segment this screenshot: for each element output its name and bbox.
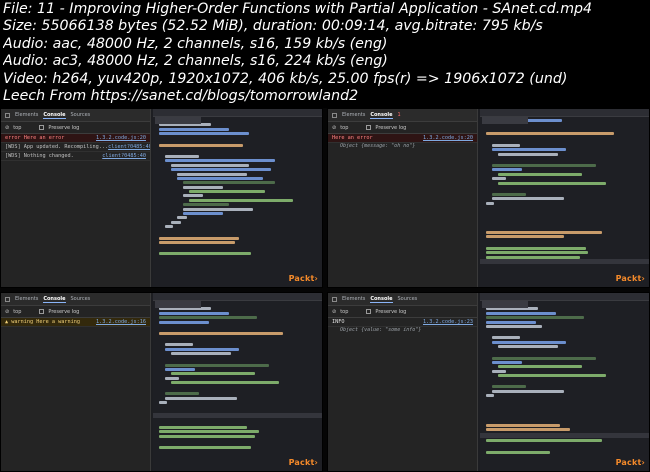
message-text: [WDS] App updated. Recompiling... xyxy=(5,144,109,150)
tab-elements[interactable]: Elements xyxy=(15,112,38,118)
console-message: [WDS] App updated. Recompiling... client… xyxy=(1,143,150,152)
clear-console-icon[interactable]: ⊘ xyxy=(5,309,9,315)
tab-console[interactable]: Console xyxy=(370,296,393,303)
editor-tab[interactable] xyxy=(155,117,201,124)
packt-logo: Packt› xyxy=(615,274,645,283)
console-message: [WDS] Nothing changed. client?0485:40 xyxy=(1,152,150,161)
console-toolbar: ⊘ top Preserve log xyxy=(328,122,477,134)
tab-console[interactable]: Console xyxy=(43,296,66,303)
tab-elements[interactable]: Elements xyxy=(342,112,365,118)
console-message: ▲ warning Here a warning 1.3.2.code.js:1… xyxy=(1,318,150,327)
editor-tab[interactable] xyxy=(482,301,528,308)
context-selector[interactable]: top xyxy=(13,309,21,315)
devtools-panel: Elements Console Sources ⊘ top Preserve … xyxy=(1,293,151,471)
message-text: ▲ warning Here a warning xyxy=(5,319,80,325)
preserve-log-label: Preserve log xyxy=(375,124,407,131)
inspect-icon[interactable] xyxy=(5,112,10,118)
message-text: [WDS] Nothing changed. xyxy=(5,153,74,159)
preserve-log-label: Preserve log xyxy=(375,308,407,315)
code-lines xyxy=(153,117,322,256)
console-toolbar: ⊘ top Preserve log xyxy=(1,122,150,134)
tab-sources[interactable]: Sources xyxy=(71,112,91,118)
devtools-tabs: Elements Console Sources xyxy=(1,293,150,306)
console-message: INFO 1.3.2.code.js:23 xyxy=(328,318,477,327)
source-link[interactable]: 1.3.2.code.js:23 xyxy=(423,318,473,326)
console-toolbar: ⊘ top Preserve log xyxy=(1,306,150,318)
context-selector[interactable]: top xyxy=(340,125,348,131)
video-frame-2: Elements Console 1 ⊘ top Preserve log He… xyxy=(327,108,650,288)
devtools-panel: Elements Console 1 ⊘ top Preserve log He… xyxy=(328,109,478,287)
source-link[interactable]: 1.3.2.code.js:16 xyxy=(96,318,146,326)
video-frame-4: Elements Console Sources ⊘ top Preserve … xyxy=(327,292,650,472)
devtools-tabs: Elements Console Sources xyxy=(328,293,477,306)
packt-logo: Packt› xyxy=(288,274,318,283)
devtools-tabs: Elements Console Sources xyxy=(1,109,150,122)
inspect-icon[interactable] xyxy=(5,296,10,302)
packt-logo: Packt› xyxy=(288,458,318,467)
clear-console-icon[interactable]: ⊘ xyxy=(332,309,336,315)
source-link[interactable]: client?0485:40 xyxy=(102,152,146,160)
console-message: Here an error 1.3.2.code.js:20 xyxy=(328,134,477,143)
editor-tab[interactable] xyxy=(155,301,201,308)
error-count-badge[interactable]: 1 xyxy=(398,112,401,118)
console-message: error Here an error 1.3.2.code.js:20 xyxy=(1,134,150,143)
source-link[interactable]: client?0485:40 xyxy=(108,143,150,151)
file-line: File: 11 - Improving Higher-Order Functi… xyxy=(3,1,593,17)
message-object[interactable]: Object {message: "oh no"} xyxy=(328,143,477,150)
preserve-log-label: Preserve log xyxy=(48,124,80,131)
message-text: error Here an error xyxy=(5,135,65,141)
tab-console[interactable]: Console xyxy=(43,112,66,119)
preserve-log-checkbox[interactable] xyxy=(39,309,45,314)
current-line-highlight xyxy=(480,433,649,438)
current-line-highlight xyxy=(153,413,322,418)
video-frame-3: Elements Console Sources ⊘ top Preserve … xyxy=(0,292,323,472)
devtools-panel: Elements Console Sources ⊘ top Preserve … xyxy=(328,293,478,471)
editor-tab[interactable] xyxy=(482,117,528,124)
message-object[interactable]: Object {value: "some info"} xyxy=(328,327,477,334)
file-info-header: File: 11 - Improving Higher-Order Functi… xyxy=(0,0,650,108)
tab-sources[interactable]: Sources xyxy=(398,296,418,302)
tab-elements[interactable]: Elements xyxy=(342,296,365,302)
code-editor: Packt› xyxy=(153,109,322,287)
code-lines xyxy=(480,301,649,454)
code-editor: Packt› xyxy=(480,109,649,287)
code-lines xyxy=(153,301,322,450)
inspect-icon[interactable] xyxy=(332,296,337,302)
code-lines xyxy=(480,117,649,259)
clear-console-icon[interactable]: ⊘ xyxy=(5,125,9,131)
context-selector[interactable]: top xyxy=(340,309,348,315)
tab-sources[interactable]: Sources xyxy=(71,296,91,302)
video-line: Video: h264, yuv420p, 1920x1072, 406 kb/… xyxy=(3,70,568,87)
context-selector[interactable]: top xyxy=(13,125,21,131)
preserve-log-checkbox[interactable] xyxy=(39,125,45,130)
thumbnail-grid: Elements Console Sources ⊘ top Preserve … xyxy=(0,108,650,472)
audio-ac3-line: Audio: ac3, 48000 Hz, 2 channels, s16, 2… xyxy=(3,53,388,70)
audio-aac-line: Audio: aac, 48000 Hz, 2 channels, s16, 1… xyxy=(3,35,388,52)
current-line-highlight xyxy=(480,259,649,264)
preserve-log-label: Preserve log xyxy=(48,308,80,315)
preserve-log-checkbox[interactable] xyxy=(366,125,372,130)
devtools-tabs: Elements Console 1 xyxy=(328,109,477,122)
code-editor: Packt› xyxy=(480,293,649,471)
source-link[interactable]: 1.3.2.code.js:20 xyxy=(96,134,146,142)
console-toolbar: ⊘ top Preserve log xyxy=(328,306,477,318)
devtools-panel: Elements Console Sources ⊘ top Preserve … xyxy=(1,109,151,287)
preserve-log-checkbox[interactable] xyxy=(366,309,372,314)
clear-console-icon[interactable]: ⊘ xyxy=(332,125,336,131)
tab-elements[interactable]: Elements xyxy=(15,296,38,302)
inspect-icon[interactable] xyxy=(332,112,337,118)
code-editor: Packt› xyxy=(153,293,322,471)
source-link[interactable]: 1.3.2.code.js:20 xyxy=(423,134,473,142)
video-frame-1: Elements Console Sources ⊘ top Preserve … xyxy=(0,108,323,288)
message-text: Here an error xyxy=(332,135,373,141)
leech-line: Leech From https://sanet.cd/blogs/tomorr… xyxy=(3,88,359,105)
packt-logo: Packt› xyxy=(615,458,645,467)
message-text: INFO xyxy=(332,319,345,325)
size-line: Size: 55066138 bytes (52.52 MiB), durati… xyxy=(3,18,543,35)
tab-console[interactable]: Console xyxy=(370,112,393,119)
